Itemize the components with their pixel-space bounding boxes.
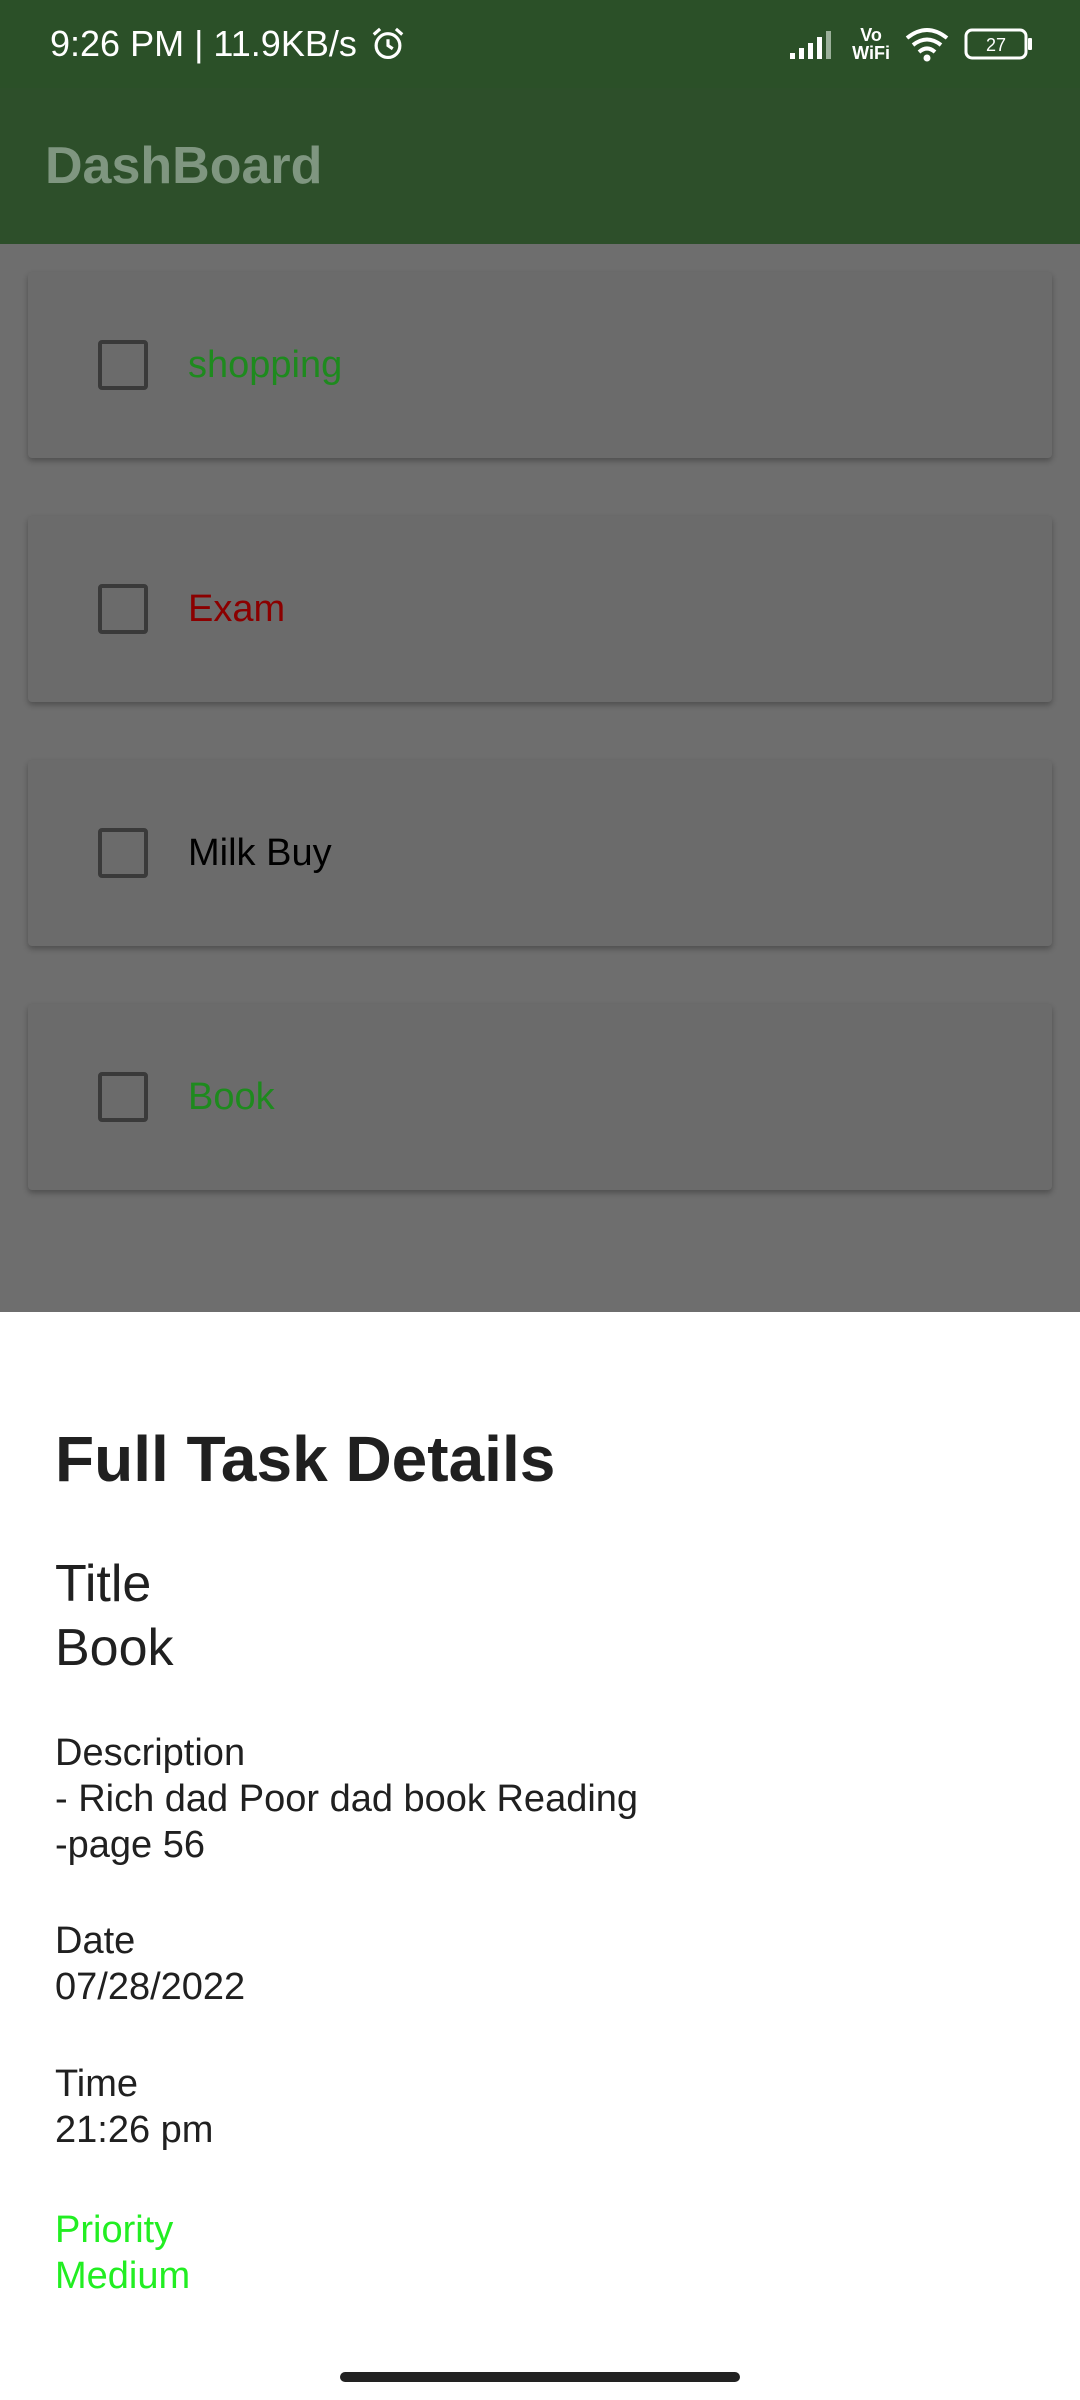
vowifi-top: Vo xyxy=(860,25,882,45)
priority-section: Priority Medium xyxy=(55,2207,190,2299)
time-label: Time xyxy=(55,2063,139,2105)
task-card[interactable]: Exam xyxy=(28,516,1052,702)
description-line: - Rich dad Poor dad book Reading xyxy=(55,1778,639,1820)
title-value: Book xyxy=(55,1619,174,1677)
task-card[interactable]: Milk Buy xyxy=(28,760,1052,946)
battery-icon: 27 xyxy=(964,27,1034,61)
task-checkbox[interactable] xyxy=(98,828,148,878)
task-checkbox[interactable] xyxy=(98,340,148,390)
task-list: shopping Exam Milk Buy Book xyxy=(0,244,1080,1312)
priority-label: Priority xyxy=(55,2209,174,2251)
battery-level: 27 xyxy=(986,35,1006,55)
priority-value: Medium xyxy=(55,2255,191,2297)
status-left: 9:26 PM | 11.9KB/s xyxy=(50,23,407,65)
date-label: Date xyxy=(55,1920,136,1962)
description-label: Description xyxy=(55,1732,246,1774)
app-bar: DashBoard xyxy=(0,88,1080,244)
task-card[interactable]: Book xyxy=(28,1004,1052,1190)
task-title: Book xyxy=(188,1075,275,1118)
app-bar-title: DashBoard xyxy=(45,137,323,195)
date-section: Date 07/28/2022 xyxy=(55,1918,245,2010)
task-checkbox[interactable] xyxy=(98,1072,148,1122)
vowifi-indicator: Vo WiFi xyxy=(852,26,890,62)
task-title: shopping xyxy=(188,343,343,386)
status-right: Vo WiFi 27 xyxy=(788,26,1034,62)
title-section: Title Book xyxy=(55,1552,174,1680)
task-checkbox[interactable] xyxy=(98,584,148,634)
description-section: Description - Rich dad Poor dad book Rea… xyxy=(55,1730,638,1868)
signal-icon xyxy=(788,27,838,61)
sheet-heading: Full Task Details xyxy=(55,1423,556,1495)
task-card[interactable]: shopping xyxy=(28,272,1052,458)
task-title: Exam xyxy=(188,587,286,630)
title-label: Title xyxy=(55,1555,152,1613)
screen: 9:26 PM | 11.9KB/s Vo WiFi 27 DashBoard … xyxy=(0,0,1080,2400)
home-indicator[interactable] xyxy=(340,2372,740,2382)
vowifi-bottom: WiFi xyxy=(852,43,890,63)
date-value: 07/28/2022 xyxy=(55,1966,246,2008)
status-time-speed: 9:26 PM | 11.9KB/s xyxy=(50,23,357,64)
time-value: 21:26 pm xyxy=(55,2109,214,2151)
status-bar: 9:26 PM | 11.9KB/s Vo WiFi 27 xyxy=(0,0,1080,88)
wifi-icon xyxy=(904,26,950,62)
time-section: Time 21:26 pm xyxy=(55,2061,213,2153)
alarm-icon xyxy=(369,25,407,63)
task-title: Milk Buy xyxy=(188,831,332,874)
description-line: -page 56 xyxy=(55,1824,206,1866)
task-details-sheet: Full Task Details Title Book Description… xyxy=(0,1312,1080,2400)
